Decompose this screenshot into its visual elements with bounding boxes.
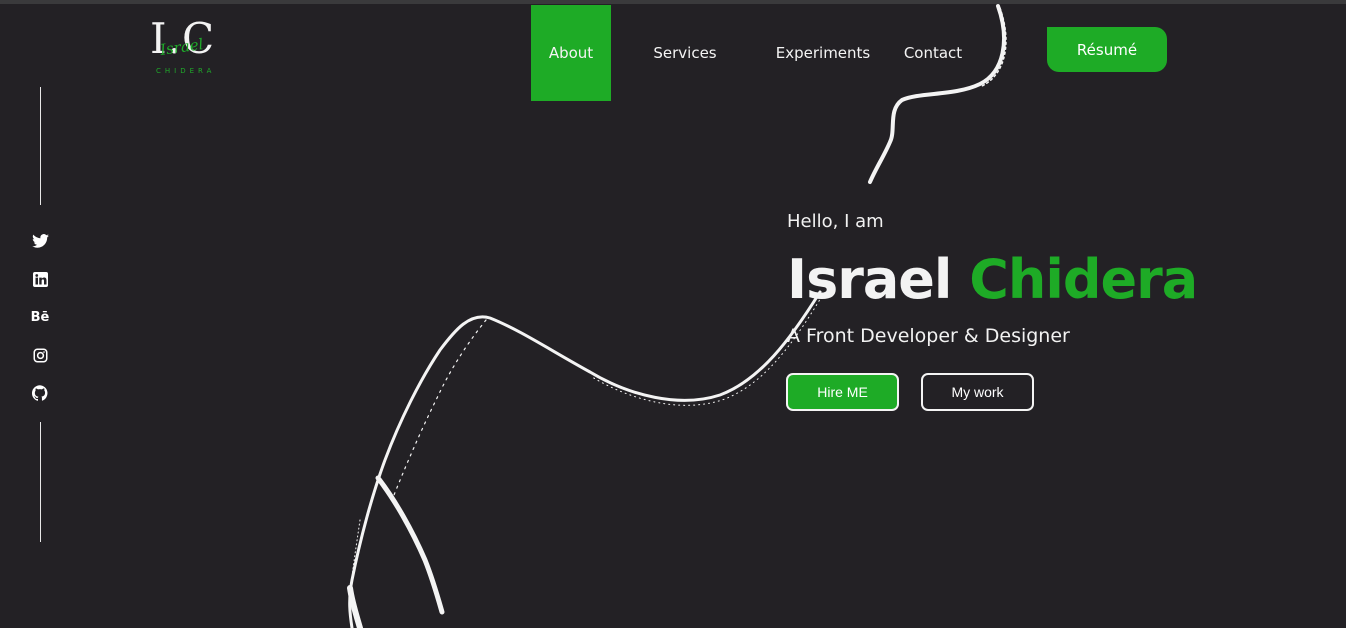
linkedin-icon[interactable] — [30, 269, 50, 289]
hero-role: A Front Developer & Designer — [787, 325, 1070, 347]
resume-button[interactable]: Résumé — [1047, 27, 1167, 72]
my-work-button[interactable]: My work — [921, 373, 1034, 411]
hero-first-name: Israel — [787, 248, 952, 311]
nav-contact[interactable]: Contact — [887, 5, 979, 101]
site-logo[interactable]: I.C Israel CHIDERA — [148, 18, 228, 80]
social-rail-top-line — [40, 87, 41, 205]
behance-label: Bē — [30, 309, 50, 325]
hire-me-button[interactable]: Hire ME — [786, 373, 899, 411]
behance-icon[interactable]: Bē — [30, 307, 50, 327]
nav-experiments[interactable]: Experiments — [759, 5, 887, 101]
social-rail-bottom-line — [40, 422, 41, 542]
logo-subtitle: CHIDERA — [156, 67, 216, 75]
twitter-icon[interactable] — [30, 231, 50, 251]
top-strip — [0, 0, 1346, 4]
github-icon[interactable] — [30, 383, 50, 403]
nav-services[interactable]: Services — [611, 5, 759, 101]
main-nav: About Services Experiments Contact — [531, 5, 979, 101]
hero-greeting: Hello, I am — [787, 211, 884, 232]
hero-name: Israel Chidera — [787, 242, 1198, 318]
hero-last-name: Chidera — [969, 248, 1198, 311]
nav-about[interactable]: About — [531, 5, 611, 101]
instagram-icon[interactable] — [30, 345, 50, 365]
